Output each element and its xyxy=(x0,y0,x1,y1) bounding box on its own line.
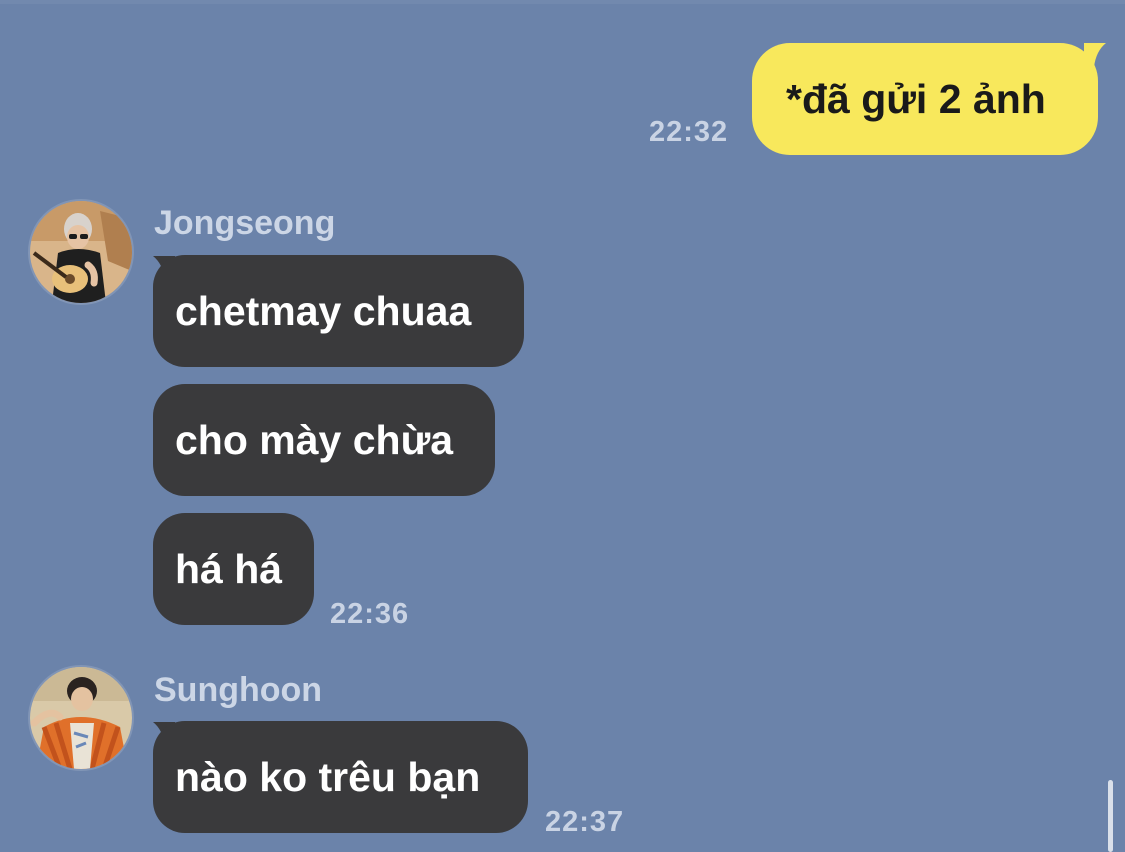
scrollbar[interactable] xyxy=(1108,780,1113,852)
message-text: *đã gửi 2 ảnh xyxy=(786,75,1046,122)
message-text: cho mày chừa xyxy=(175,416,454,463)
message-text: nào ko trêu bạn xyxy=(175,753,481,800)
avatar[interactable] xyxy=(30,667,132,769)
message-timestamp: 22:32 xyxy=(649,116,729,148)
incoming-message-bubble[interactable]: cho mày chừa xyxy=(153,384,495,496)
incoming-message-bubble[interactable]: chetmay chuaa xyxy=(153,255,524,367)
message-text: há há xyxy=(175,545,283,592)
message-text: chetmay chuaa xyxy=(175,287,472,334)
top-edge-fade xyxy=(0,0,1125,4)
avatar-photo-guitar-icon xyxy=(30,201,132,303)
avatar[interactable] xyxy=(30,201,132,303)
outgoing-message-bubble[interactable]: *đã gửi 2 ảnh xyxy=(752,43,1098,155)
sender-name: Sunghoon xyxy=(154,671,323,709)
chat-message-list[interactable]: 22:32 *đã gửi 2 ảnh Jongseong chetmay ch… xyxy=(0,0,1125,852)
incoming-message-bubble[interactable]: nào ko trêu bạn xyxy=(153,721,528,833)
bubble-tail-icon xyxy=(1084,43,1106,67)
avatar-photo-orange-jacket-icon xyxy=(30,667,132,769)
message-timestamp: 22:37 xyxy=(545,806,625,838)
sender-name: Jongseong xyxy=(154,204,336,242)
incoming-message-bubble[interactable]: há há xyxy=(153,513,314,625)
message-timestamp: 22:36 xyxy=(330,598,410,630)
